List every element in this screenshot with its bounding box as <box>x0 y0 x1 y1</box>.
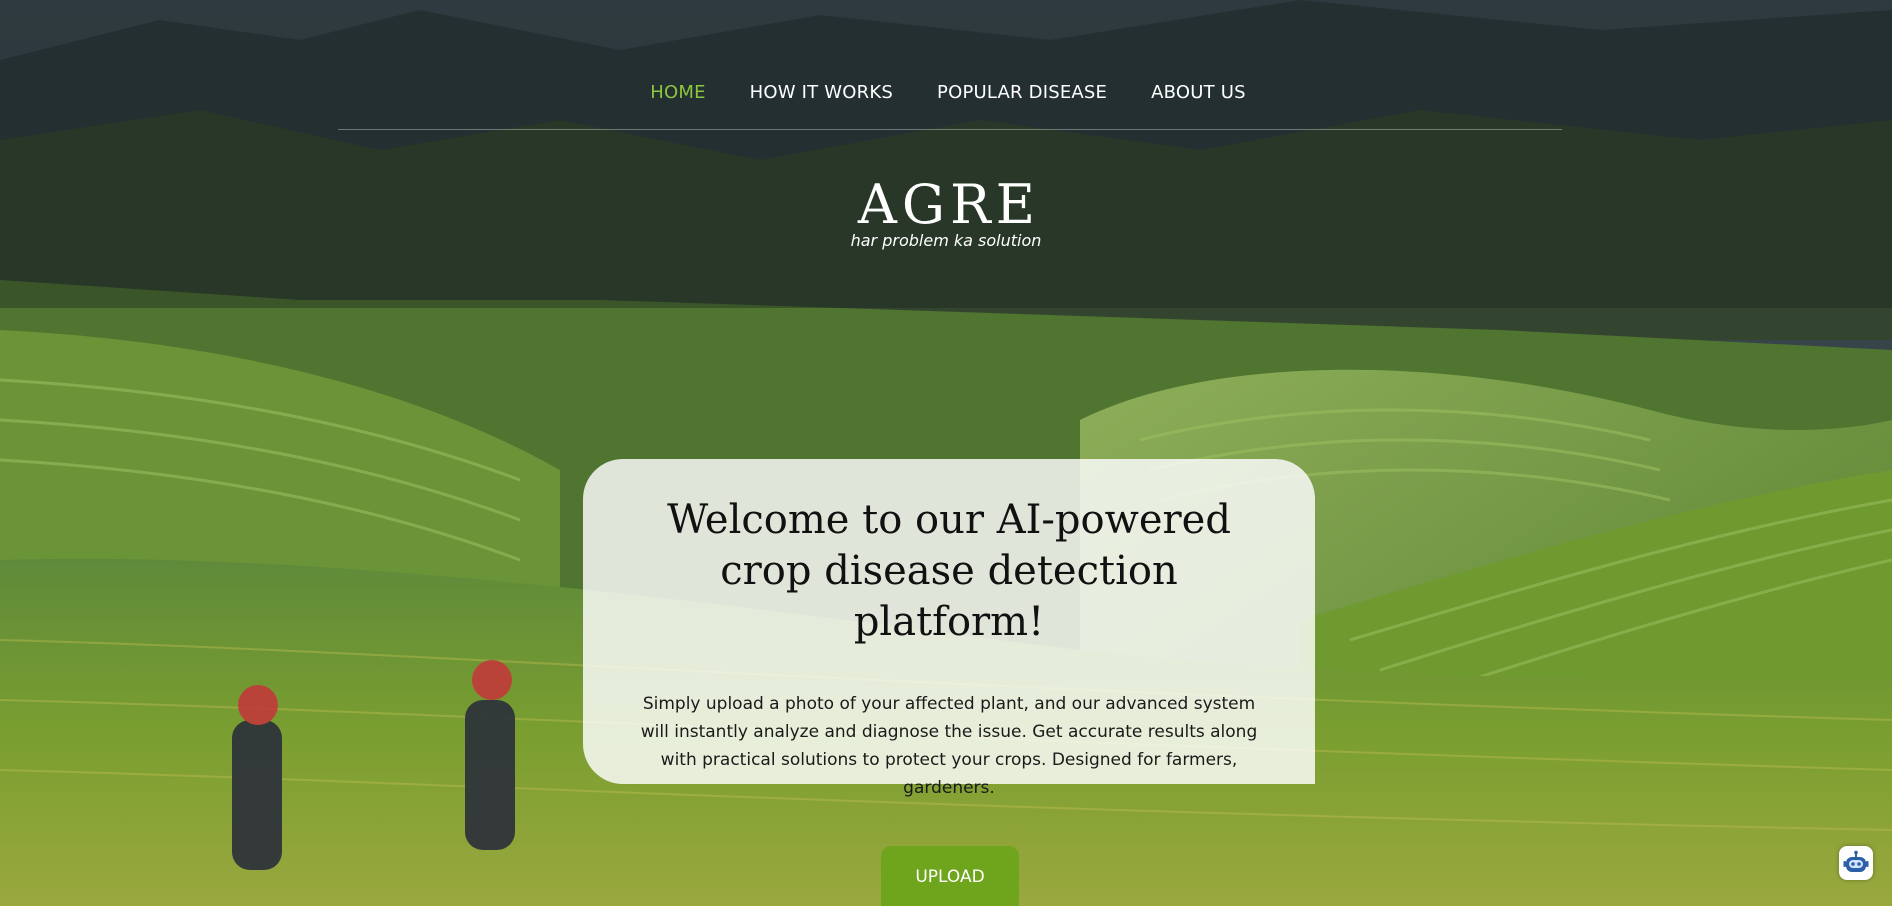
header-overlay <box>0 0 1892 308</box>
nav-popular-disease[interactable]: POPULAR DISEASE <box>937 82 1107 103</box>
welcome-description: Simply upload a photo of your affected p… <box>640 694 1258 798</box>
nav-how-it-works[interactable]: HOW IT WORKS <box>750 82 893 103</box>
brand-tagline: har problem ka solution <box>850 231 1042 250</box>
welcome-heading: Welcome to our AI-powered crop disease d… <box>667 497 1231 645</box>
nav-about-us[interactable]: ABOUT US <box>1151 82 1246 103</box>
chatbot-button[interactable] <box>1839 846 1873 880</box>
nav-divider <box>338 129 1562 130</box>
brand-title: AGRE <box>857 173 1041 236</box>
upload-button[interactable]: UPLOAD <box>881 846 1019 906</box>
page: HOME HOW IT WORKS POPULAR DISEASE ABOUT … <box>0 0 1892 906</box>
robot-icon <box>1843 850 1869 872</box>
main-nav: HOME HOW IT WORKS POPULAR DISEASE ABOUT … <box>0 82 1892 103</box>
brand: AGRE har problem ka solution <box>0 173 1892 251</box>
welcome-card: Welcome to our AI-powered crop disease d… <box>583 459 1315 798</box>
nav-home[interactable]: HOME <box>650 82 705 103</box>
